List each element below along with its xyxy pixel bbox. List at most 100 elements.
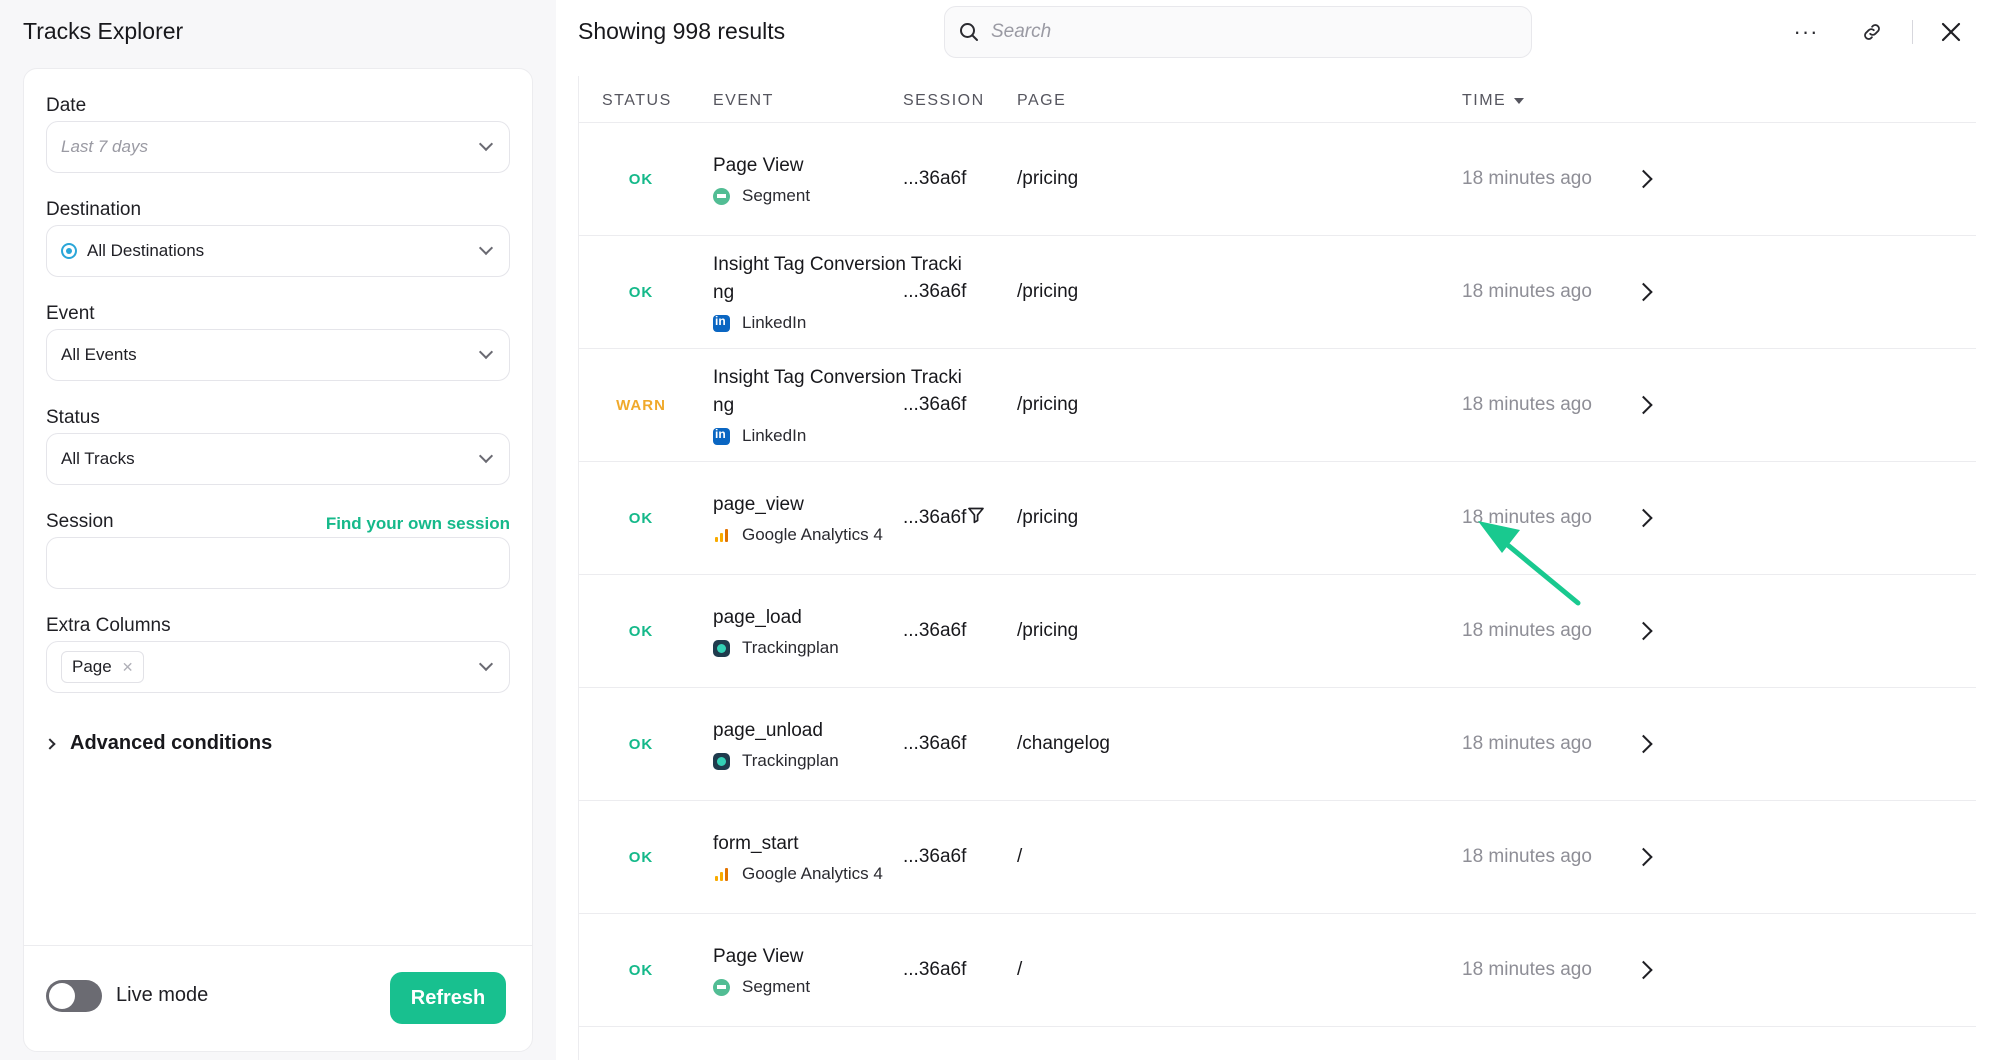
chevron-down-icon bbox=[478, 344, 494, 360]
chevron-right-icon[interactable] bbox=[1634, 282, 1653, 302]
session-id: ...36a6f bbox=[903, 168, 967, 189]
find-session-link[interactable]: Find your own session bbox=[326, 514, 510, 534]
more-options-button[interactable]: ··· bbox=[1786, 14, 1826, 50]
destination-name: Google Analytics 4 bbox=[742, 525, 883, 544]
advanced-conditions-toggle[interactable]: Advanced conditions bbox=[44, 732, 273, 755]
event-time: 18 minutes ago bbox=[1462, 168, 1592, 189]
table-row[interactable]: OKInsight Tag Conversion TrackingLinkedI… bbox=[579, 236, 1976, 349]
destination-name: Segment bbox=[742, 977, 811, 996]
column-header-event[interactable]: EVENT bbox=[713, 92, 774, 110]
column-header-session[interactable]: SESSION bbox=[903, 92, 985, 110]
sort-desc-icon bbox=[1514, 97, 1525, 104]
column-tag-page: Page ✕ bbox=[61, 651, 145, 683]
status-badge: OK bbox=[628, 170, 654, 188]
chevron-down-icon bbox=[478, 448, 494, 464]
live-mode-toggle[interactable] bbox=[46, 980, 102, 1012]
chevron-right-icon[interactable] bbox=[1634, 508, 1653, 528]
top-actions: ··· bbox=[1786, 14, 1971, 50]
close-button[interactable] bbox=[1931, 14, 1971, 50]
remove-tag-icon[interactable]: ✕ bbox=[122, 659, 134, 676]
search-box[interactable] bbox=[944, 6, 1532, 58]
page-path: /pricing bbox=[1017, 394, 1079, 415]
session-id: ...36a6f bbox=[903, 846, 967, 867]
toolbar-divider bbox=[1912, 20, 1913, 44]
chevron-right-icon bbox=[44, 737, 56, 750]
destination-name: LinkedIn bbox=[742, 313, 807, 332]
column-header-time[interactable]: TIME bbox=[1462, 92, 1525, 110]
table-row[interactable]: OK Page View Segment ...36a6f/18 minutes ag… bbox=[579, 914, 1976, 1027]
destination-name: Segment bbox=[742, 186, 811, 205]
event-time: 18 minutes ago bbox=[1462, 620, 1592, 641]
event-select[interactable]: All Events bbox=[46, 329, 510, 381]
linkedin-icon bbox=[713, 314, 730, 332]
segment-icon bbox=[713, 187, 730, 205]
destination-name: Trackingplan bbox=[742, 751, 839, 770]
table-row[interactable]: OK page_unload Trackingplan ...36a6f/change… bbox=[579, 688, 1976, 801]
all-destinations-icon bbox=[61, 243, 77, 259]
session-id: ...36a6f bbox=[903, 507, 967, 528]
date-select-value: Last 7 days bbox=[61, 137, 148, 156]
segment-icon bbox=[713, 978, 730, 996]
event-time: 18 minutes ago bbox=[1462, 281, 1592, 302]
google-analytics-icon bbox=[713, 527, 730, 544]
event-time: 18 minutes ago bbox=[1462, 959, 1592, 980]
status-badge: OK bbox=[628, 848, 654, 866]
advanced-conditions-label: Advanced conditions bbox=[70, 732, 273, 754]
chevron-down-icon bbox=[478, 136, 494, 152]
event-label: Event bbox=[46, 303, 95, 324]
date-select[interactable]: Last 7 days bbox=[46, 121, 510, 173]
event-time: 18 minutes ago bbox=[1462, 394, 1592, 415]
chevron-right-icon[interactable] bbox=[1634, 960, 1653, 980]
extra-columns-tags: Page ✕ bbox=[61, 651, 481, 683]
status-select[interactable]: All Tracks bbox=[46, 433, 510, 485]
column-header-status[interactable]: STATUS bbox=[602, 92, 672, 110]
table-row[interactable]: OK page_view Google Analytics 4 ...36a6f/pr… bbox=[579, 462, 1976, 575]
event-time: 18 minutes ago bbox=[1462, 846, 1592, 867]
refresh-button[interactable]: Refresh bbox=[390, 972, 506, 1024]
status-badge: OK bbox=[628, 961, 654, 979]
chevron-right-icon[interactable] bbox=[1634, 734, 1653, 754]
column-header-page[interactable]: PAGE bbox=[1017, 92, 1066, 110]
destination-name: LinkedIn bbox=[742, 426, 807, 445]
chevron-right-icon[interactable] bbox=[1634, 169, 1653, 189]
table-row[interactable]: WARNInsight Tag Conversion TrackingLinke… bbox=[579, 349, 1976, 462]
google-analytics-icon bbox=[713, 866, 730, 883]
destination-name: Trackingplan bbox=[742, 638, 839, 657]
status-badge: OK bbox=[628, 509, 654, 527]
page-path: /changelog bbox=[1017, 733, 1110, 754]
search-input[interactable] bbox=[991, 21, 1517, 43]
destination-name: Google Analytics 4 bbox=[742, 864, 883, 883]
destination-select[interactable]: All Destinations bbox=[46, 225, 510, 277]
link-icon bbox=[1864, 24, 1880, 40]
page-path: /pricing bbox=[1017, 168, 1079, 189]
session-input[interactable] bbox=[46, 537, 510, 589]
results-count: Showing 998 results bbox=[578, 18, 786, 44]
chevron-down-icon bbox=[478, 656, 494, 672]
more-horizontal-icon: ··· bbox=[1793, 19, 1819, 44]
close-icon bbox=[1941, 22, 1961, 42]
results-panel: Showing 998 results ··· bbox=[556, 0, 1989, 1060]
status-badge: WARN bbox=[616, 396, 666, 414]
table-row[interactable]: OK page_load Trackingplan ...36a6f/pricing 1… bbox=[579, 575, 1976, 688]
page-path: /pricing bbox=[1017, 507, 1079, 528]
extra-columns-select[interactable]: Page ✕ bbox=[46, 641, 510, 693]
extra-columns-label: Extra Columns bbox=[46, 615, 171, 636]
tracks-table: STATUS EVENT SESSION PAGE TIME OK Page Vi… bbox=[578, 76, 1976, 1060]
session-id: ...36a6f bbox=[903, 281, 967, 302]
column-tag-label: Page bbox=[72, 657, 112, 676]
session-id: ...36a6f bbox=[903, 620, 967, 641]
date-label: Date bbox=[46, 95, 87, 116]
chevron-right-icon[interactable] bbox=[1634, 395, 1653, 415]
copy-link-button[interactable] bbox=[1852, 14, 1892, 50]
page-path: / bbox=[1017, 846, 1023, 867]
destination-label: Destination bbox=[46, 199, 142, 220]
sidebar-footer: Live mode Refresh bbox=[24, 945, 532, 1051]
table-row[interactable]: OK Page View Segment ...36a6f/pricing 18 min… bbox=[579, 123, 1976, 236]
status-badge: OK bbox=[628, 283, 654, 301]
chevron-right-icon[interactable] bbox=[1634, 621, 1653, 641]
session-id: ...36a6f bbox=[903, 959, 967, 980]
sidebar-title: Tracks Explorer bbox=[23, 18, 184, 44]
filter-icon[interactable] bbox=[967, 506, 985, 524]
table-row[interactable]: OK form_start Google Analytics 4 ...36a6f/1… bbox=[579, 801, 1976, 914]
chevron-right-icon[interactable] bbox=[1634, 847, 1653, 867]
